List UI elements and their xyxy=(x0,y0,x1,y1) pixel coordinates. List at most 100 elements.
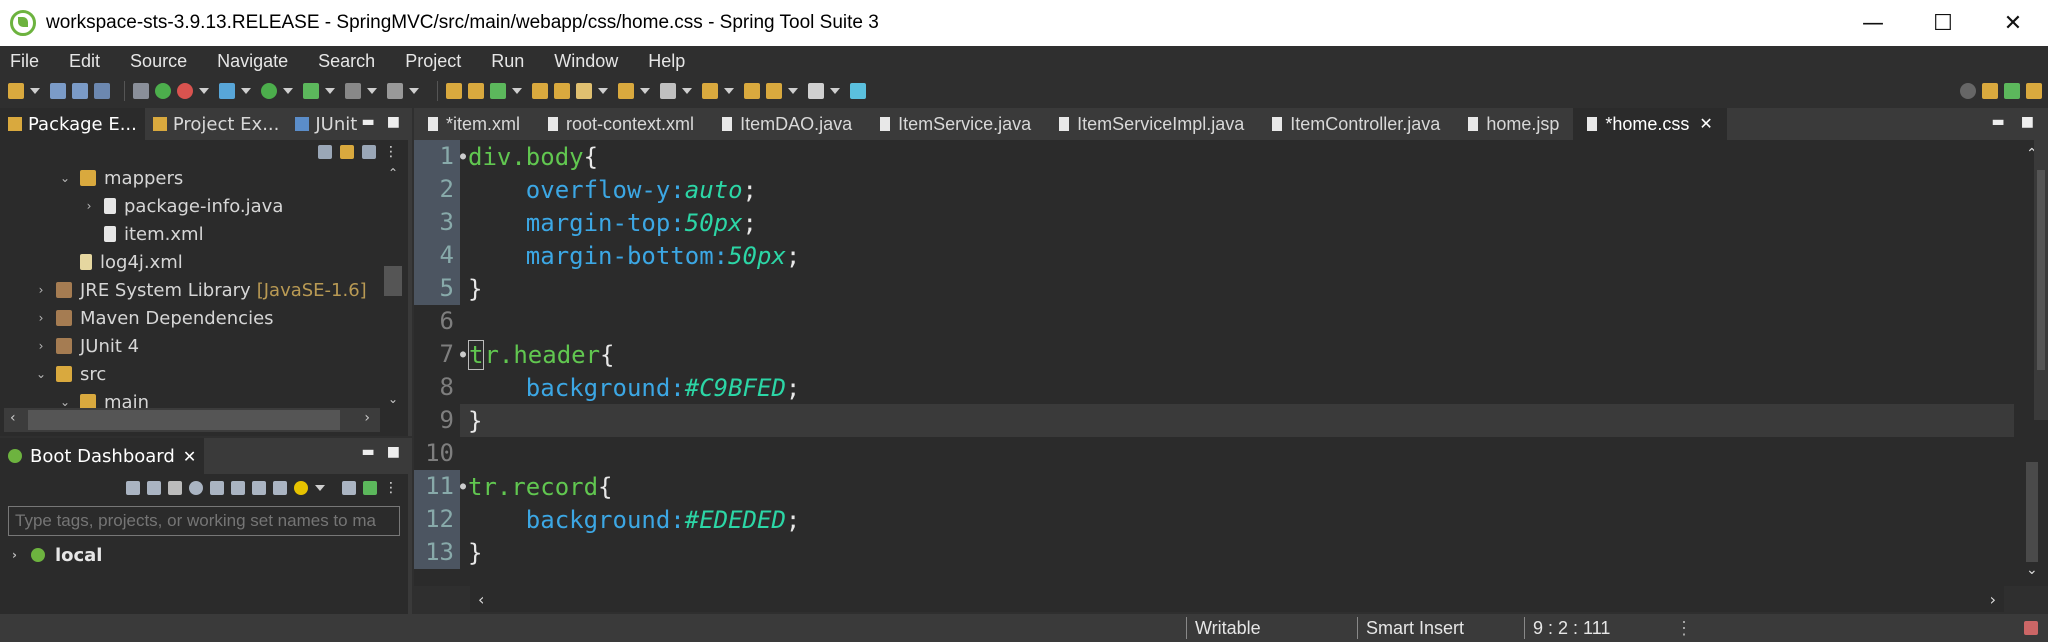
minimize-button[interactable]: — xyxy=(1838,0,1908,46)
lightbulb-icon[interactable] xyxy=(294,481,308,495)
external-tools-dropdown-icon[interactable] xyxy=(325,88,335,94)
tab-root-context-xml[interactable]: root-context.xml xyxy=(534,108,708,140)
tab-item-xml[interactable]: *item.xml xyxy=(414,108,534,140)
scroll-right-icon[interactable]: › xyxy=(1990,590,1996,609)
search-tool-icon[interactable] xyxy=(576,83,592,99)
editor-horizontal-scrollbar[interactable]: ‹ › xyxy=(470,586,2004,612)
fold-marker-icon[interactable]: ● xyxy=(460,151,468,162)
collapse-arrow-icon[interactable]: › xyxy=(34,311,48,325)
focus-icon[interactable] xyxy=(362,145,376,159)
tree-item-jre-library[interactable]: › JRE System Library [JavaSE-1.6] xyxy=(0,276,408,304)
new-dropdown-icon[interactable] xyxy=(30,88,40,94)
tree-item-junit4[interactable]: › JUnit 4 xyxy=(0,332,408,360)
save-all-icon[interactable] xyxy=(72,83,88,99)
scrollbar-thumb[interactable] xyxy=(384,266,402,296)
tree-item-maven-deps[interactable]: › Maven Dependencies xyxy=(0,304,408,332)
tab-itemdao-java[interactable]: ItemDAO.java xyxy=(708,108,866,140)
notification-icon[interactable] xyxy=(2024,621,2038,635)
open-perspective-icon[interactable] xyxy=(1982,83,1998,99)
code-line-10[interactable]: 10 xyxy=(414,437,2014,470)
edit-icon[interactable] xyxy=(252,481,266,495)
open-type-icon[interactable] xyxy=(532,83,548,99)
code-editor[interactable]: 1 ● div.body{ 2 overflow-y:auto; 3 margi… xyxy=(414,140,2048,612)
dropdown-icon[interactable] xyxy=(315,485,325,491)
maximize-button[interactable]: ☐ xyxy=(1908,0,1978,46)
new-icon[interactable] xyxy=(8,83,24,99)
run-icon[interactable] xyxy=(261,83,277,99)
new-class-dropdown-icon[interactable] xyxy=(512,88,522,94)
tab-boot-dashboard[interactable]: Boot Dashboard ✕ xyxy=(0,438,205,474)
code-line-9[interactable]: 9 } xyxy=(414,404,2014,437)
tab-itemservice-java[interactable]: ItemService.java xyxy=(866,108,1045,140)
tab-home-jsp[interactable]: home.jsp xyxy=(1454,108,1573,140)
fold-marker-icon[interactable]: ● xyxy=(460,349,468,360)
java-perspective-icon[interactable] xyxy=(2026,83,2042,99)
scrollbar-thumb[interactable] xyxy=(2026,462,2038,562)
tab-junit[interactable]: JUnit xyxy=(287,108,365,140)
maximize-view-icon[interactable]: ■ xyxy=(387,444,400,460)
scrollbar-thumb[interactable] xyxy=(28,410,340,430)
prev-annotation-icon[interactable] xyxy=(702,83,718,99)
scroll-down-icon[interactable]: ⌄ xyxy=(2026,562,2038,578)
tab-itemcontroller-java[interactable]: ItemController.java xyxy=(1258,108,1454,140)
menu-navigate[interactable]: Navigate xyxy=(217,51,288,72)
tree-item-item-xml[interactable]: item.xml xyxy=(0,220,408,248)
filter-input[interactable] xyxy=(8,506,400,536)
tree-horizontal-scrollbar[interactable]: ‹ › xyxy=(4,408,380,432)
menu-window[interactable]: Window xyxy=(554,51,618,72)
code-line-5[interactable]: 5 } xyxy=(414,272,2014,305)
last-edit-location-icon[interactable] xyxy=(744,83,760,99)
search-icon[interactable] xyxy=(1960,83,1976,99)
tab-home-css[interactable]: *home.css ✕ xyxy=(1573,108,1727,140)
deploy-dropdown-icon[interactable] xyxy=(409,88,419,94)
code-line-13[interactable]: 13 } xyxy=(414,536,2014,569)
expand-arrow-icon[interactable]: ⌄ xyxy=(58,395,72,409)
save-icon[interactable] xyxy=(50,83,66,99)
debug-icon[interactable] xyxy=(219,83,235,99)
scroll-left-icon[interactable]: ‹ xyxy=(10,410,16,426)
status-insert-mode[interactable]: Smart Insert xyxy=(1358,618,1524,639)
debug-start-icon[interactable] xyxy=(147,481,161,495)
pin-editor-icon[interactable] xyxy=(850,83,866,99)
annotation-dropdown-icon[interactable] xyxy=(640,88,650,94)
spring-perspective-icon[interactable] xyxy=(2004,83,2020,99)
scroll-left-icon[interactable]: ‹ xyxy=(478,590,484,609)
prev-annotation-dropdown-icon[interactable] xyxy=(724,88,734,94)
new-java-project-icon[interactable] xyxy=(446,83,462,99)
menu-help[interactable]: Help xyxy=(648,51,685,72)
code-line-1[interactable]: 1 ● div.body{ xyxy=(414,140,2014,173)
open-task-icon[interactable] xyxy=(554,83,570,99)
collapse-arrow-icon[interactable]: › xyxy=(34,339,48,353)
tab-itemserviceimpl-java[interactable]: ItemServiceImpl.java xyxy=(1045,108,1258,140)
minimize-view-icon[interactable]: ▬ xyxy=(362,444,375,460)
back-dropdown-icon[interactable] xyxy=(788,88,798,94)
print-icon[interactable] xyxy=(94,83,110,99)
overview-ruler[interactable] xyxy=(2034,140,2048,420)
next-annotation-dropdown-icon[interactable] xyxy=(682,88,692,94)
tab-package-explorer[interactable]: Package E... xyxy=(0,108,145,140)
menu-project[interactable]: Project xyxy=(405,51,461,72)
maximize-view-icon[interactable]: ■ xyxy=(387,114,400,130)
tree-item-mappers[interactable]: ⌄ mappers xyxy=(0,164,408,192)
close-button[interactable]: ✕ xyxy=(1978,0,2048,46)
skip-breakpoints-icon[interactable] xyxy=(133,83,149,99)
open-console-icon[interactable] xyxy=(210,481,224,495)
menu-file[interactable]: File xyxy=(10,51,39,72)
tree-item-src[interactable]: ⌄ src xyxy=(0,360,408,388)
status-more-icon[interactable]: ⋮ xyxy=(1675,618,1693,639)
scroll-right-icon[interactable]: › xyxy=(364,410,370,426)
deploy-icon[interactable] xyxy=(342,481,356,495)
menu-source[interactable]: Source xyxy=(130,51,187,72)
spring-dropdown-icon[interactable] xyxy=(199,88,209,94)
view-menu-icon[interactable]: ⋮ xyxy=(384,480,398,496)
tree-item-local[interactable]: › local xyxy=(12,540,408,570)
code-line-6[interactable]: 6 xyxy=(414,305,2014,338)
collapse-all-icon[interactable] xyxy=(318,145,332,159)
code-line-2[interactable]: 2 overflow-y:auto; xyxy=(414,173,2014,206)
tree-item-log4j[interactable]: log4j.xml xyxy=(0,248,408,276)
collapse-arrow-icon[interactable]: › xyxy=(82,199,96,213)
annotation-icon[interactable] xyxy=(618,83,634,99)
code-line-3[interactable]: 3 margin-top:50px; xyxy=(414,206,2014,239)
close-tab-icon[interactable]: ✕ xyxy=(183,447,196,466)
collapse-arrow-icon[interactable]: › xyxy=(34,283,48,297)
